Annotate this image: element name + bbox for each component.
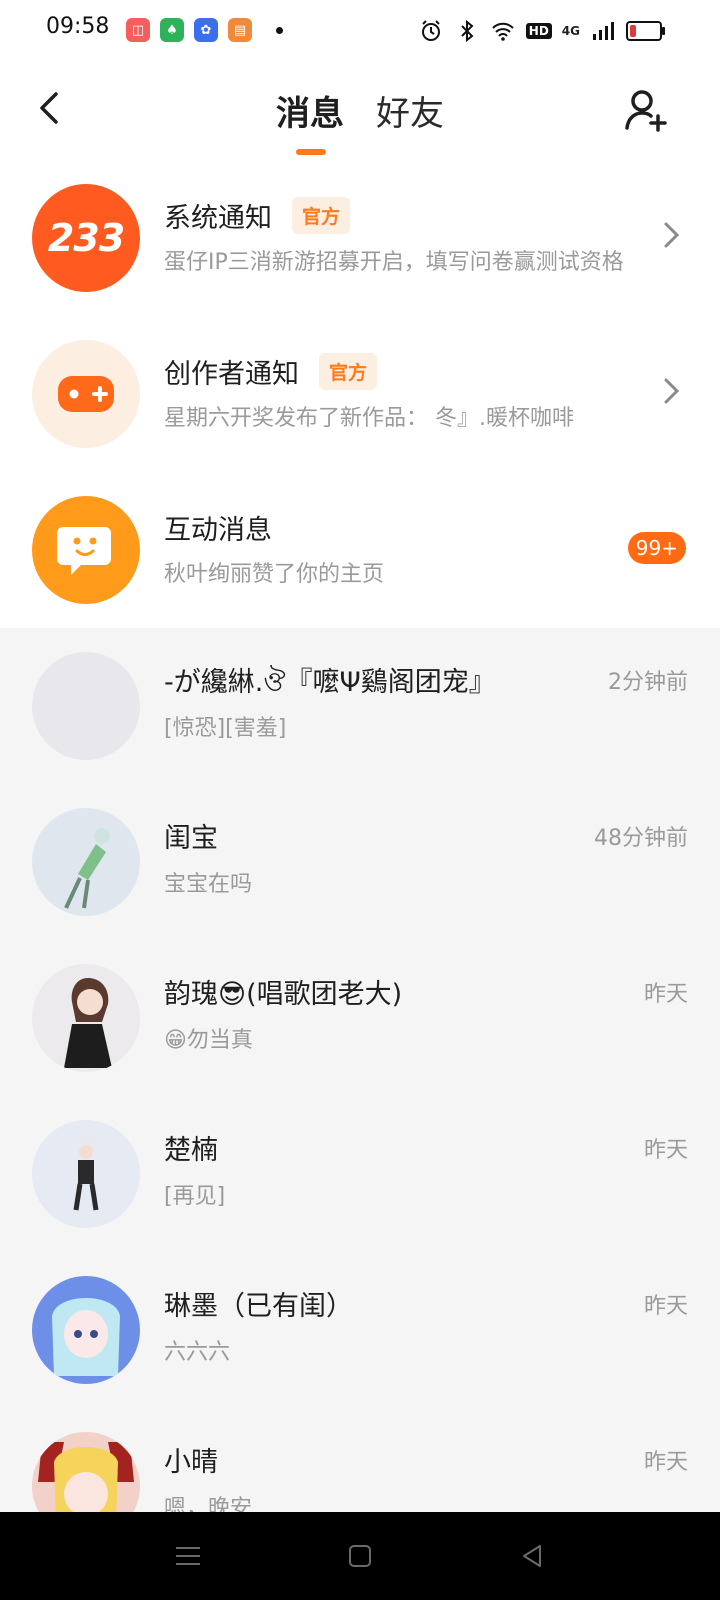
bluetooth-icon <box>461 19 474 43</box>
avatar <box>32 1276 140 1384</box>
chat-name: 韵瑰😎(唱歌团老大) <box>164 979 403 1010</box>
battery-icon <box>626 21 665 41</box>
system-notice-preview: 蛋仔IP三消新游招募开启，填写问卷赢测试资格 <box>164 250 624 275</box>
app-notification-icon: ◫ <box>126 18 150 42</box>
chat-preview: 😁勿当真 <box>164 1028 253 1053</box>
app-notification-icon: ♠ <box>160 18 184 42</box>
alarm-icon <box>421 20 440 41</box>
notification-icons: ◫ ♠ ✿ ▤ <box>126 18 283 42</box>
chat-preview: [惊恐][害羞] <box>164 716 287 741</box>
chat-time: 昨天 <box>643 1138 688 1163</box>
chat-name: 楚楠 <box>164 1135 218 1166</box>
chat-row[interactable]: -が纔綝.ঔ『嚒Ψ鷄阁团宠』 [惊恐][害羞] 2分钟前 <box>0 628 720 784</box>
avatar-figure-illustration <box>64 828 110 909</box>
interaction-preview: 秋叶绚丽赞了你的主页 <box>164 562 385 587</box>
chevron-right-icon <box>664 378 680 404</box>
creator-notice-row[interactable]: 创作者通知 官方 星期六开奖发布了新作品： 冬』.暖杯咖啡 <box>0 316 720 472</box>
creator-notice-preview: 星期六开奖发布了新作品： 冬』.暖杯咖啡 <box>164 406 574 431</box>
creator-notice-title: 创作者通知 <box>164 359 299 390</box>
network-indicator: 4G <box>561 24 580 38</box>
gamepad-icon <box>58 376 114 412</box>
row-title-wrap: 创作者通知 官方 <box>164 352 378 391</box>
system-notice-avatar: 233 <box>32 184 140 292</box>
chat-preview: 嗯，晚安 <box>164 1496 253 1512</box>
wifi-icon <box>492 22 514 41</box>
chat-time: 昨天 <box>643 1294 688 1319</box>
chat-name: 小晴 <box>164 1447 218 1478</box>
official-notifications: 233 系统通知 官方 蛋仔IP三消新游招募开启，填写问卷赢测试资格 创作者通知… <box>0 160 720 628</box>
tab-messages[interactable]: 消息 <box>276 86 344 155</box>
status-time: 09:58 <box>46 14 110 39</box>
chat-name: 闺宝 <box>164 823 218 854</box>
avatar <box>32 964 140 1072</box>
system-nav-bar <box>0 1512 720 1600</box>
avatar <box>32 1432 140 1512</box>
avatar-figure-illustration <box>73 1138 99 1211</box>
avatar-logo-text: 233 <box>47 216 125 260</box>
chat-time: 48分钟前 <box>594 826 688 851</box>
avatar <box>32 652 140 760</box>
chat-row[interactable]: 琳墨（已有闺） 六六六 昨天 <box>0 1252 720 1408</box>
avatar <box>32 808 140 916</box>
interaction-messages-row[interactable]: 互动消息 秋叶绚丽赞了你的主页 99+ <box>0 472 720 628</box>
avatar-figure-illustration <box>64 978 112 1068</box>
chat-row[interactable]: 楚楠 [再见] 昨天 <box>0 1096 720 1252</box>
chat-time: 昨天 <box>643 982 688 1007</box>
signal-icon <box>593 22 614 40</box>
chat-preview: [再见] <box>164 1184 226 1209</box>
back-arrow-icon[interactable] <box>30 84 70 132</box>
system-notice-title: 系统通知 <box>164 203 272 234</box>
top-nav: 消息 好友 <box>0 64 720 161</box>
chat-row[interactable]: 韵瑰😎(唱歌团老大) 😁勿当真 昨天 <box>0 940 720 1096</box>
tab-friends[interactable]: 好友 <box>376 86 444 135</box>
more-notifications-dot <box>276 26 283 34</box>
official-badge: 官方 <box>319 353 378 390</box>
status-bar: 09:58 ◫ ♠ ✿ ▤ HD 4G <box>0 0 720 64</box>
add-friend-icon[interactable] <box>622 86 670 134</box>
avatar-figure-illustration <box>38 1442 134 1512</box>
system-status-icons: HD 4G <box>418 18 665 44</box>
row-title-wrap: 系统通知 官方 <box>164 196 351 235</box>
tab-bar: 消息 好友 <box>276 86 444 155</box>
official-badge: 官方 <box>292 197 351 234</box>
chat-preview: 六六六 <box>164 1340 231 1365</box>
menu-icon[interactable] <box>172 1540 204 1572</box>
creator-notice-avatar <box>32 340 140 448</box>
chevron-right-icon <box>664 222 680 248</box>
back-triangle-icon[interactable] <box>516 1540 548 1572</box>
unread-count-badge: 99+ <box>627 532 686 564</box>
hd-indicator: HD <box>525 23 552 39</box>
chat-row[interactable]: 闺宝 宝宝在吗 48分钟前 <box>0 784 720 940</box>
avatar-figure-illustration <box>52 1298 120 1376</box>
chat-time: 2分钟前 <box>608 670 688 695</box>
chat-row[interactable]: 小晴 嗯，晚安 昨天 <box>0 1408 720 1512</box>
chat-list: -が纔綝.ঔ『嚒Ψ鷄阁团宠』 [惊恐][害羞] 2分钟前 闺宝 宝宝在吗 48分… <box>0 628 720 1512</box>
avatar <box>32 1120 140 1228</box>
chat-time: 昨天 <box>643 1450 688 1475</box>
home-square-icon[interactable] <box>344 1540 376 1572</box>
chat-preview: 宝宝在吗 <box>164 872 253 897</box>
book-notification-icon: ▤ <box>228 18 252 42</box>
interaction-avatar <box>32 496 140 604</box>
chat-bubble-face-icon <box>57 527 111 575</box>
interaction-title: 互动消息 <box>164 515 272 546</box>
system-notice-row[interactable]: 233 系统通知 官方 蛋仔IP三消新游招募开启，填写问卷赢测试资格 <box>0 160 720 316</box>
baidu-notification-icon: ✿ <box>194 18 218 42</box>
chat-name: -が纔綝.ঔ『嚒Ψ鷄阁团宠』 <box>164 667 496 698</box>
chat-name: 琳墨（已有闺） <box>164 1291 353 1322</box>
